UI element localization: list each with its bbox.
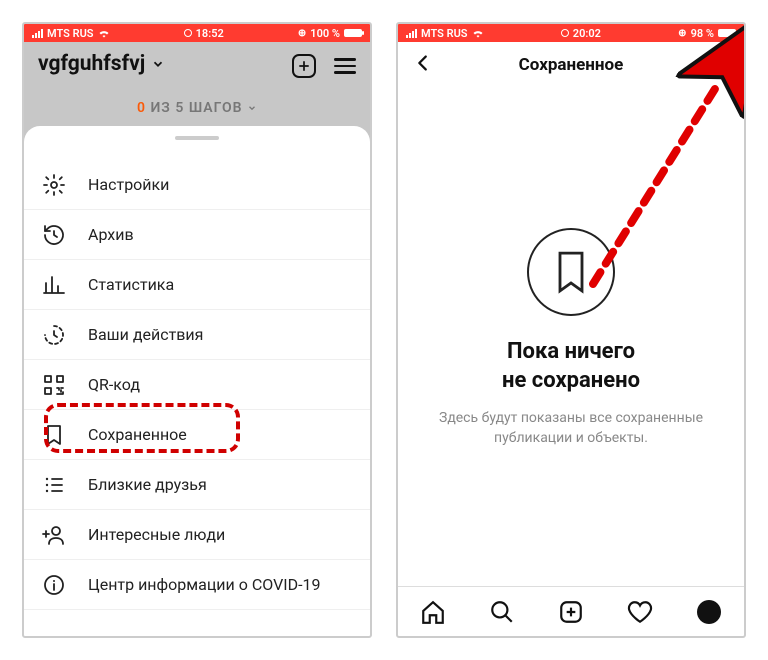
- time: 20:02: [573, 27, 601, 40]
- lock-indicator-icon: [561, 29, 569, 37]
- chevron-down-icon: [247, 103, 257, 113]
- add-user-icon: [42, 523, 66, 547]
- signal-icon: [406, 29, 417, 38]
- empty-title: Пока ничего не сохранено: [502, 338, 640, 395]
- tab-search[interactable]: [488, 598, 516, 626]
- plus-icon: [708, 52, 730, 74]
- chevron-down-icon: [151, 57, 165, 71]
- lock-indicator-icon: [184, 29, 192, 37]
- profile-avatar-icon: [697, 600, 721, 624]
- chart-icon: [42, 273, 66, 297]
- battery-percentage: 100 %: [310, 27, 340, 40]
- wifi-icon: [98, 28, 110, 38]
- status-bar: MTS RUS 18:52 ⊕ 100 %: [24, 24, 370, 42]
- menu-button[interactable]: [334, 58, 356, 74]
- menu-item-label: Настройки: [88, 175, 169, 194]
- info-icon: [42, 573, 66, 597]
- add-button[interactable]: [708, 52, 730, 78]
- menu-item-label: Сохраненное: [88, 425, 187, 444]
- phone-left: MTS RUS 18:52 ⊕ 100 % vgfguhfsfvj 0 ИЗ: [22, 22, 372, 638]
- menu-item-clock[interactable]: Ваши действия: [24, 310, 370, 360]
- bookmark-circle-icon: [527, 228, 615, 316]
- steps-indicator: 0 ИЗ 5 ШАГОВ: [24, 100, 370, 116]
- menu-item-list[interactable]: Близкие друзья: [24, 460, 370, 510]
- signal-icon: [32, 29, 43, 38]
- sheet-handle[interactable]: [175, 136, 219, 140]
- chevron-left-icon: [412, 52, 434, 74]
- time: 18:52: [196, 27, 224, 40]
- search-icon: [489, 599, 515, 625]
- tab-profile[interactable]: [695, 598, 723, 626]
- menu-item-label: Ваши действия: [88, 325, 203, 344]
- menu-sheet: Настройки Архив Статистика Ваши действия QR-…: [24, 126, 370, 636]
- battery-percentage: 98 %: [691, 27, 714, 40]
- wifi-icon: [472, 28, 484, 38]
- menu-item-chart[interactable]: Статистика: [24, 260, 370, 310]
- clock-icon: [42, 323, 66, 347]
- menu-item-label: Архив: [88, 225, 134, 244]
- menu-item-gear[interactable]: Настройки: [24, 160, 370, 210]
- status-bar: MTS RUS 20:02 ⊕ 98 %: [398, 24, 744, 42]
- battery-icon: [344, 29, 362, 37]
- create-icon: [558, 599, 584, 625]
- plus-icon: [297, 59, 311, 73]
- menu-item-add-user[interactable]: Интересные люди: [24, 510, 370, 560]
- tab-home[interactable]: [419, 598, 447, 626]
- tab-bar: [398, 586, 744, 636]
- tab-activity[interactable]: [626, 598, 654, 626]
- tab-create[interactable]: [557, 598, 585, 626]
- menu-item-label: Центр информации о COVID-19: [88, 575, 321, 594]
- carrier-label: MTS RUS: [421, 27, 468, 40]
- back-button[interactable]: [412, 52, 434, 78]
- heart-icon: [627, 599, 653, 625]
- menu-item-label: QR-код: [88, 375, 140, 394]
- profile-header: vgfguhfsfvj 0 ИЗ 5 ШАГОВ: [24, 42, 370, 128]
- create-button[interactable]: [292, 54, 316, 78]
- phone-right: MTS RUS 20:02 ⊕ 98 % Сохраненное Пока ни…: [396, 22, 746, 638]
- carrier-label: MTS RUS: [47, 27, 94, 40]
- menu-item-bookmark[interactable]: Сохраненное: [24, 410, 370, 460]
- nav-bar: Сохраненное: [398, 42, 744, 88]
- bookmark-icon: [42, 423, 66, 447]
- empty-subtitle: Здесь будут показаны все сохраненные пуб…: [398, 409, 744, 448]
- gear-icon: [42, 173, 66, 197]
- menu-item-history[interactable]: Архив: [24, 210, 370, 260]
- empty-state: Пока ничего не сохранено Здесь будут пок…: [398, 88, 744, 586]
- menu-item-label: Интересные люди: [88, 525, 225, 544]
- username-label: vgfguhfsfvj: [38, 52, 145, 76]
- menu-item-qr[interactable]: QR-код: [24, 360, 370, 410]
- menu-item-info[interactable]: Центр информации о COVID-19: [24, 560, 370, 610]
- menu-item-label: Статистика: [88, 275, 174, 294]
- battery-icon: [718, 29, 736, 37]
- qr-icon: [42, 373, 66, 397]
- page-title: Сохраненное: [519, 55, 624, 75]
- list-icon: [42, 473, 66, 497]
- menu-item-label: Близкие друзья: [88, 475, 207, 494]
- history-icon: [42, 223, 66, 247]
- home-icon: [420, 599, 446, 625]
